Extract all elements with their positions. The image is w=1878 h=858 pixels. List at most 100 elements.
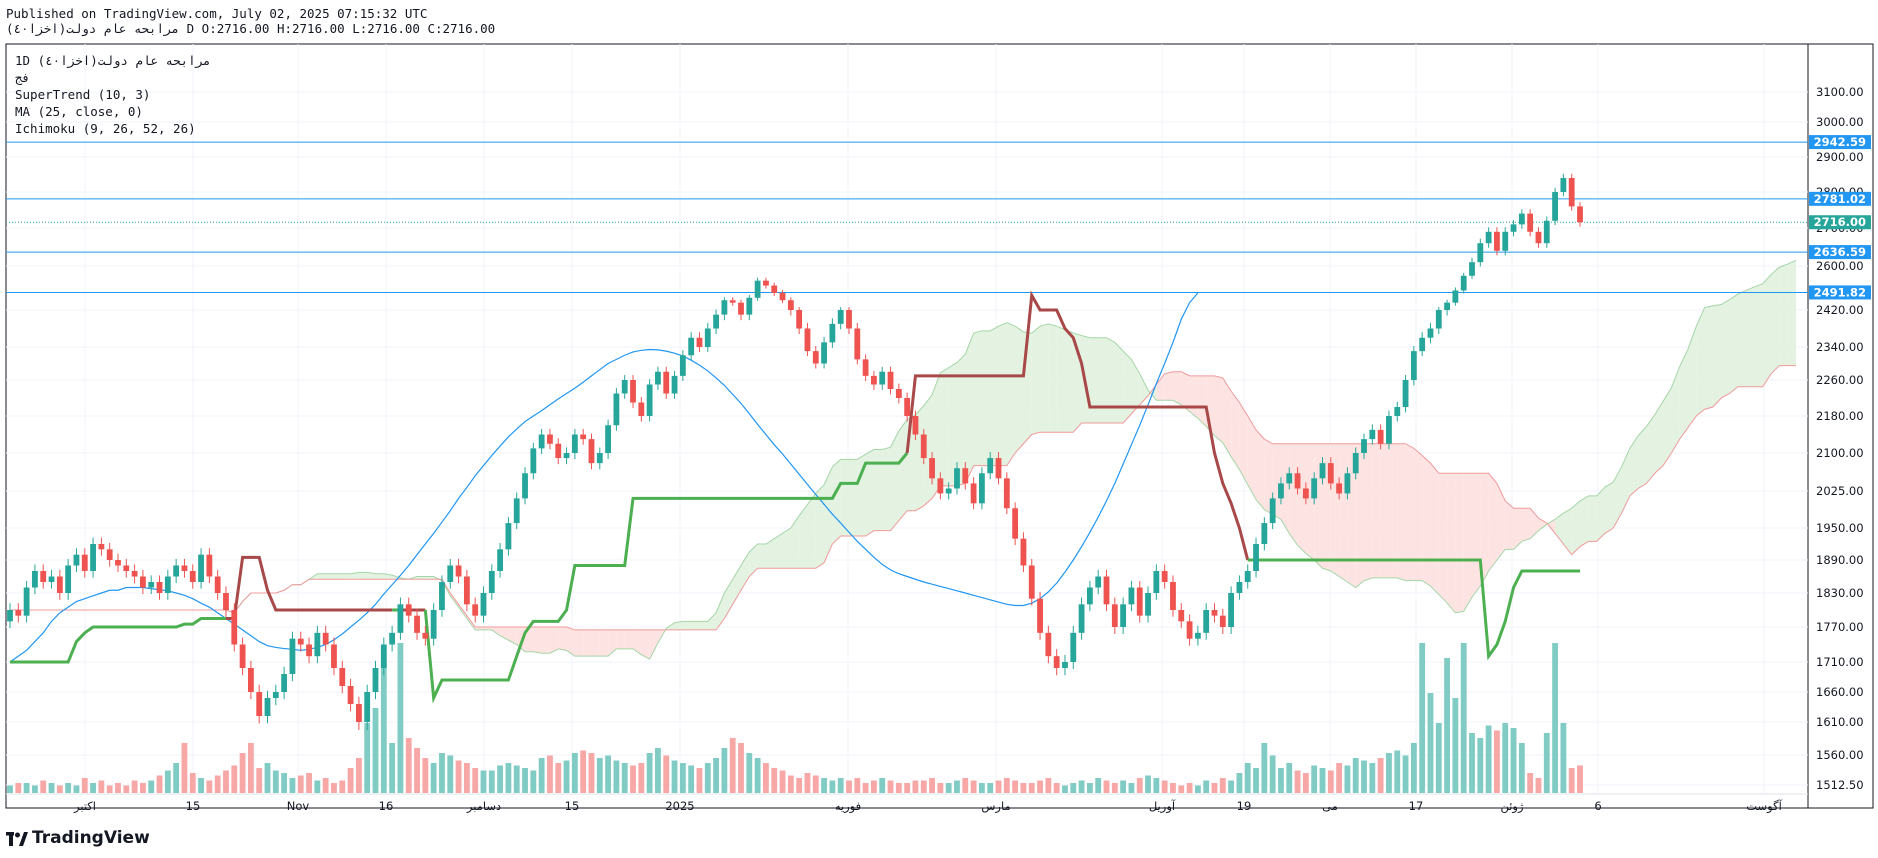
tradingview-logo[interactable]: TradingView (6, 828, 150, 848)
candle-body (655, 371, 661, 385)
legend-ichimoku[interactable]: Ichimoku (9, 26, 52, 26) (15, 120, 211, 137)
volume-bar (173, 763, 180, 793)
ichimoku-cloud-segment (940, 367, 949, 486)
volume-bar (1294, 770, 1301, 793)
volume-bar (214, 775, 221, 793)
price-tag-label: 2781.02 (1814, 192, 1866, 206)
candle-body (1477, 243, 1484, 263)
volume-bar (846, 780, 852, 793)
price-tag-label: 2491.82 (1814, 285, 1866, 299)
candle-body (821, 342, 827, 364)
volume-bar (1485, 725, 1492, 793)
ichimoku-cloud-segment (333, 573, 343, 580)
ichimoku-cloud-segment (633, 629, 642, 655)
volume-bar (1228, 780, 1235, 793)
candle-body (65, 565, 72, 593)
candle-body (1020, 538, 1027, 566)
volume-bar (995, 780, 1002, 793)
candle-body (704, 328, 711, 347)
volume-bar (1336, 763, 1343, 793)
volume-bar (1361, 760, 1367, 793)
ichimoku-cloud-segment (1604, 482, 1614, 534)
candle-body (463, 576, 470, 605)
ichimoku-cloud-segment (782, 528, 791, 569)
ichimoku-cloud-segment (998, 322, 1007, 466)
volume-bar (1145, 775, 1151, 793)
candle-body (140, 576, 146, 588)
volume-bar (646, 753, 653, 793)
candle-body (1294, 473, 1301, 489)
ichimoku-cloud-segment (1214, 375, 1223, 443)
price-chart[interactable]: 3100.003000.002900.002800.002700.002600.… (0, 0, 1878, 858)
volume-bar (970, 780, 977, 793)
volume-bar (90, 783, 96, 793)
y-tick-label: 2900.00 (1816, 150, 1864, 164)
ichimoku-cloud-segment (583, 629, 592, 657)
volume-bar (954, 780, 960, 793)
volume-bar (1427, 693, 1434, 793)
y-tick-label: 1710.00 (1816, 655, 1864, 669)
candle-body (264, 698, 271, 716)
volume-bar (1269, 755, 1276, 793)
ichimoku-cloud-segment (1580, 495, 1589, 547)
candle-body (1286, 473, 1293, 484)
candle-body (1460, 275, 1467, 291)
candle-body (239, 644, 246, 668)
volume-bar (1028, 783, 1035, 793)
x-tick-label: فوریه (835, 799, 861, 814)
volume-bar (1302, 773, 1309, 793)
candle-body (422, 632, 429, 639)
candle-body (854, 328, 861, 360)
ichimoku-cloud-segment (956, 354, 966, 486)
volume-bar (1419, 643, 1426, 793)
series-group (6, 141, 1808, 793)
candle-body (1336, 483, 1343, 494)
candle-body (1045, 632, 1052, 657)
volume-bar (854, 778, 861, 793)
candle-body (862, 359, 869, 376)
volume-bar (887, 780, 894, 793)
ichimoku-cloud-segment (1430, 463, 1439, 595)
legend-ma[interactable]: MA (25, close, 0) (15, 103, 211, 120)
y-tick-label: 2100.00 (1816, 446, 1864, 460)
candle-body (729, 300, 736, 303)
volume-bar (181, 743, 188, 793)
candle-body (688, 337, 695, 356)
ichimoku-cloud-segment (1762, 274, 1772, 387)
x-tick-label: آگوست (1746, 799, 1782, 814)
volume-bar (1535, 778, 1542, 793)
ichimoku-cloud-segment (1322, 443, 1331, 571)
candle-body (1344, 473, 1351, 494)
volume-bar (1219, 778, 1226, 793)
volume-bar (879, 778, 886, 793)
tradingview-logo-icon (6, 831, 28, 846)
legend-supertrend[interactable]: SuperTrend (10, 3) (15, 86, 211, 103)
volume-bar (904, 783, 911, 793)
candle-body (1352, 453, 1359, 474)
candle-body (1136, 587, 1143, 616)
ichimoku-cloud-segment (1064, 329, 1074, 433)
volume-bar (871, 780, 877, 793)
y-tick-label: 2025.00 (1816, 484, 1864, 498)
ichimoku-cloud-segment (558, 627, 567, 651)
ichimoku-cloud-segment (1613, 466, 1622, 528)
ichimoku-cloud-segment (898, 419, 908, 521)
candle-body (98, 544, 105, 550)
candle-body (131, 571, 138, 577)
price-tag-label: 2942.59 (1814, 135, 1866, 149)
ichimoku-cloud-segment (1687, 326, 1697, 428)
volume-bar (1494, 730, 1500, 793)
volume-bar (1577, 765, 1583, 793)
ichimoku-cloud-segment (682, 621, 692, 630)
candle-body (1120, 604, 1127, 627)
candle-body (1261, 523, 1268, 544)
candle-body (115, 560, 121, 566)
candle-body (1236, 582, 1243, 593)
candle-body (123, 565, 130, 571)
volume-bar (131, 780, 138, 793)
volume-bar (372, 708, 379, 793)
ichimoku-cloud-segment (1771, 267, 1780, 374)
candle-body (148, 582, 155, 588)
candle-body (895, 389, 902, 398)
candle-body (929, 458, 935, 479)
